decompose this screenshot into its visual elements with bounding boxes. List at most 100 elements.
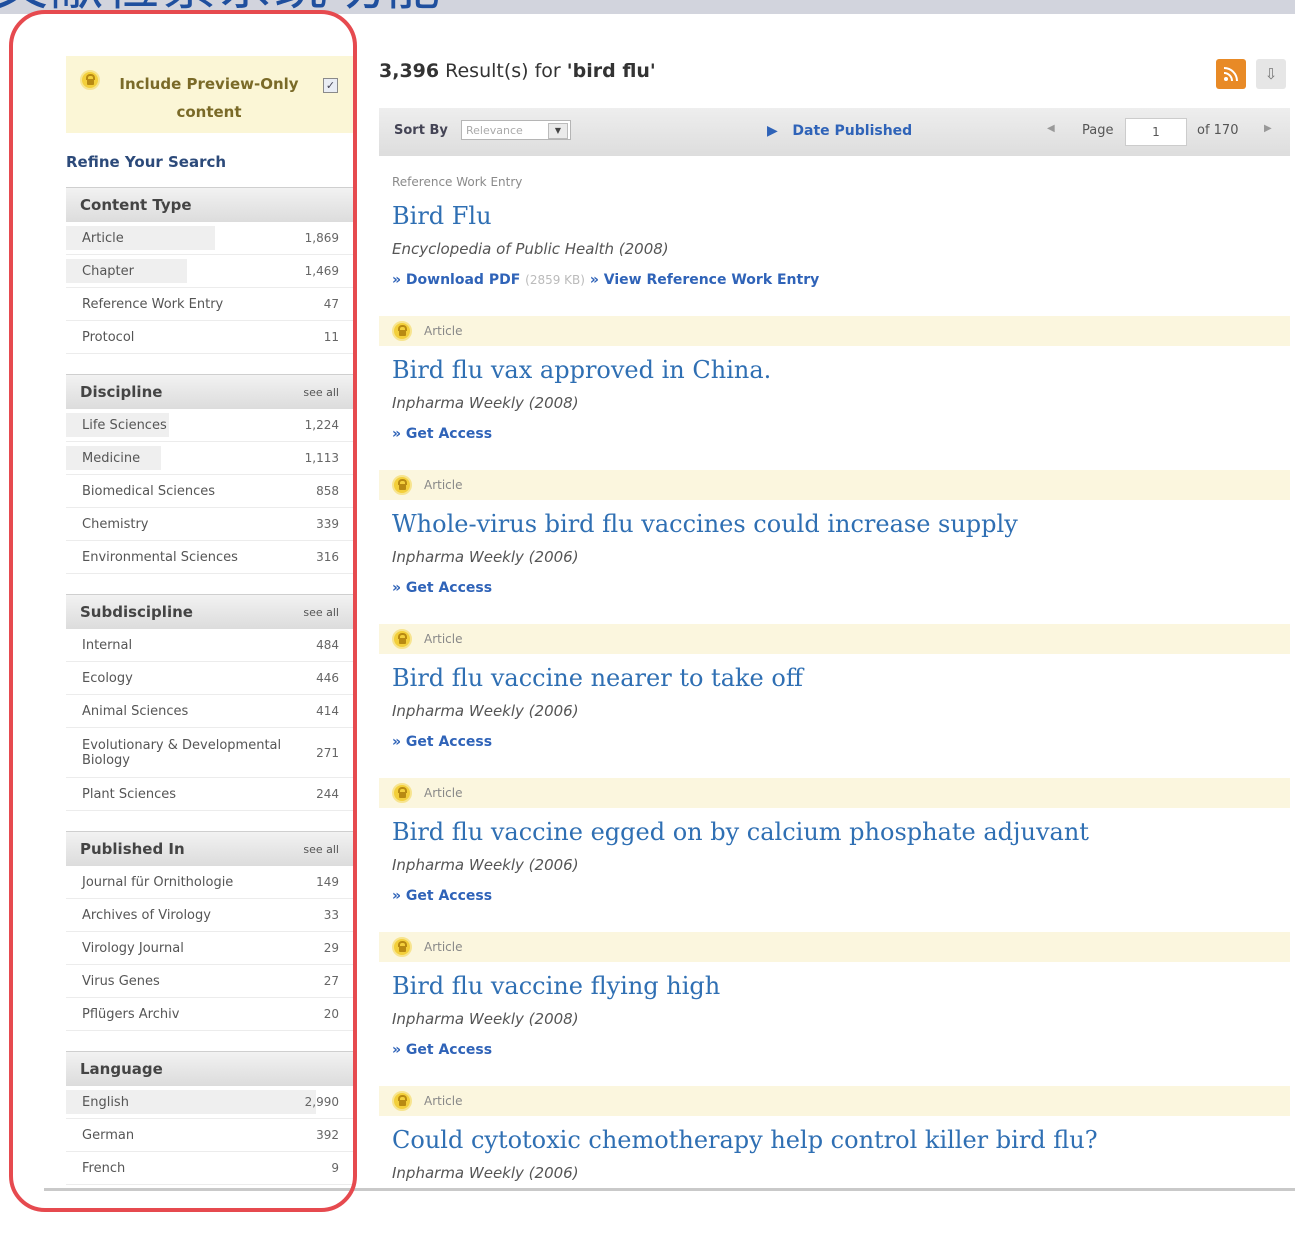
see-all-link[interactable]: see all bbox=[303, 843, 339, 856]
view-entry-link[interactable]: » View Reference Work Entry bbox=[590, 272, 819, 288]
facet-item-count: 11 bbox=[323, 330, 339, 344]
facet-item[interactable]: Article 1,869 bbox=[66, 222, 353, 255]
result-item: Reference Work Entry Bird Flu Encyclopedia… bbox=[379, 156, 1290, 316]
facet-item-count: 1,469 bbox=[304, 264, 339, 278]
facet-item[interactable]: Medicine 1,113 bbox=[66, 442, 353, 475]
facet-item-count: 33 bbox=[323, 908, 339, 922]
facet-item-count: 271 bbox=[316, 745, 339, 760]
facet-item[interactable]: Ecology 446 bbox=[66, 662, 353, 695]
result-source: Inpharma Weekly (2006) bbox=[392, 1164, 579, 1182]
file-size: (2859 KB) bbox=[525, 273, 585, 287]
result-title-link[interactable]: Bird flu vaccine egged on by calcium pho… bbox=[392, 816, 1290, 848]
facet-item[interactable]: Pflügers Archiv 20 bbox=[66, 998, 353, 1031]
result-primary-link[interactable]: » Get Access bbox=[392, 426, 492, 442]
facet-item[interactable]: Plant Sciences 244 bbox=[66, 778, 353, 811]
facet-item-label: Plant Sciences bbox=[82, 786, 177, 802]
lock-icon bbox=[392, 783, 412, 803]
result-type-bar: Article bbox=[379, 778, 1290, 808]
facet-item[interactable]: French 9 bbox=[66, 1152, 353, 1185]
prev-page-icon[interactable]: ◀ bbox=[1047, 123, 1055, 134]
facet-item-label: Internal bbox=[82, 637, 133, 653]
result-primary-link[interactable]: » Download PDF bbox=[392, 272, 520, 288]
facet-item[interactable]: Journal für Ornithologie 149 bbox=[66, 866, 353, 899]
facet-item-count: 414 bbox=[316, 704, 339, 718]
facet-item[interactable]: Virology Journal 29 bbox=[66, 932, 353, 965]
download-icon[interactable]: ⇩ bbox=[1256, 59, 1286, 89]
result-title-link[interactable]: Bird flu vax approved in China. bbox=[392, 354, 1290, 386]
result-title-link[interactable]: Bird Flu bbox=[392, 200, 1290, 232]
facet-title: Subdiscipline bbox=[80, 603, 193, 621]
facet-item[interactable]: Environmental Sciences 316 bbox=[66, 541, 353, 574]
sort-select[interactable]: Relevance ▼ bbox=[461, 120, 571, 140]
see-all-link[interactable]: see all bbox=[303, 386, 339, 399]
facet-item-label: Environmental Sciences bbox=[82, 549, 238, 565]
facet-item-count: 316 bbox=[316, 550, 339, 564]
facet-item-count: 392 bbox=[316, 1128, 339, 1142]
chevron-down-icon[interactable]: ▼ bbox=[548, 123, 568, 139]
lock-icon bbox=[392, 321, 412, 341]
result-title-link[interactable]: Bird flu vaccine flying high bbox=[392, 970, 1290, 1002]
facet-item[interactable]: Chemistry 339 bbox=[66, 508, 353, 541]
facet-item-label: English bbox=[82, 1094, 129, 1110]
lock-icon bbox=[392, 1091, 412, 1111]
preview-only-label[interactable]: Include Preview-Only content bbox=[114, 70, 304, 126]
result-links: » Get Access bbox=[392, 888, 1290, 904]
result-type-bar: Article bbox=[379, 316, 1290, 346]
facet-item-label: Article bbox=[82, 230, 124, 246]
facet-header: Language bbox=[66, 1051, 353, 1086]
facet-item-label: Ecology bbox=[82, 670, 133, 686]
facet-item-count: 27 bbox=[323, 974, 339, 988]
result-primary-link[interactable]: » Get Access bbox=[392, 734, 492, 750]
facet-item-label: Evolutionary & Developmental Biology bbox=[82, 737, 282, 768]
facet-item[interactable]: Archives of Virology 33 bbox=[66, 899, 353, 932]
facet-item[interactable]: Virus Genes 27 bbox=[66, 965, 353, 998]
result-primary-link[interactable]: » Get Access bbox=[392, 1042, 492, 1058]
date-published-link[interactable]: ▶ Date Published bbox=[767, 123, 912, 139]
facet-item-count: 20 bbox=[323, 1007, 339, 1021]
facet-item-count: 2,990 bbox=[304, 1095, 339, 1109]
facet-group: Discipline see all Life Sciences 1,224 Medic… bbox=[66, 374, 353, 574]
facet-item[interactable]: Chapter 1,469 bbox=[66, 255, 353, 288]
see-all-link[interactable]: see all bbox=[303, 606, 339, 619]
facet-item-label: Reference Work Entry bbox=[82, 296, 224, 312]
result-title-link[interactable]: Bird flu vaccine nearer to take off bbox=[392, 662, 1290, 694]
page-label: Page bbox=[1082, 123, 1114, 138]
result-title-link[interactable]: Whole-virus bird flu vaccines could incr… bbox=[392, 508, 1290, 540]
result-type-bar: Article bbox=[379, 470, 1290, 500]
result-type-bar: Article bbox=[379, 624, 1290, 654]
facet-item-label: Life Sciences bbox=[82, 417, 167, 433]
facet-item-label: Archives of Virology bbox=[82, 907, 211, 923]
facet-item-label: Chemistry bbox=[82, 516, 149, 532]
rss-icon[interactable] bbox=[1216, 59, 1246, 89]
facet-item[interactable]: Biomedical Sciences 858 bbox=[66, 475, 353, 508]
result-type: Article bbox=[424, 632, 463, 646]
facet-title: Published In bbox=[80, 840, 185, 858]
facet-group: Language English 2,990 German 392 French 9 bbox=[66, 1051, 353, 1185]
facet-item-label: Chapter bbox=[82, 263, 134, 279]
facet-item[interactable]: Life Sciences 1,224 bbox=[66, 409, 353, 442]
facet-item[interactable]: Reference Work Entry 47 bbox=[66, 288, 353, 321]
result-primary-link[interactable]: » Get Access bbox=[392, 888, 492, 904]
facet-item[interactable]: German 392 bbox=[66, 1119, 353, 1152]
result-count-text: Result(s) for bbox=[439, 60, 567, 82]
facet-item-count: 9 bbox=[331, 1161, 339, 1175]
next-page-icon[interactable]: ▶ bbox=[1264, 123, 1272, 134]
refine-title: Refine Your Search bbox=[66, 153, 227, 171]
preview-only-checkbox[interactable]: ✓ bbox=[323, 78, 338, 93]
facet-item[interactable]: Animal Sciences 414 bbox=[66, 695, 353, 728]
result-type: Reference Work Entry bbox=[392, 175, 523, 189]
facet-item[interactable]: Protocol 11 bbox=[66, 321, 353, 354]
facet-item[interactable]: English 2,990 bbox=[66, 1086, 353, 1119]
result-type: Article bbox=[424, 324, 463, 338]
facet-item-label: Medicine bbox=[82, 450, 141, 466]
lock-icon bbox=[392, 629, 412, 649]
facet-item[interactable]: Evolutionary & Developmental Biology 271 bbox=[66, 728, 353, 778]
facet-item[interactable]: Internal 484 bbox=[66, 629, 353, 662]
page-input[interactable]: 1 bbox=[1125, 118, 1187, 146]
facet-item-count: 339 bbox=[316, 517, 339, 531]
result-title-link[interactable]: Could cytotoxic chemotherapy help contro… bbox=[392, 1124, 1290, 1156]
facet-header: Content Type bbox=[66, 187, 353, 222]
result-primary-link[interactable]: » Get Access bbox=[392, 580, 492, 596]
result-query: 'bird flu' bbox=[566, 60, 656, 82]
results-header: 3,396 Result(s) for 'bird flu' ⇩ bbox=[379, 56, 1290, 106]
